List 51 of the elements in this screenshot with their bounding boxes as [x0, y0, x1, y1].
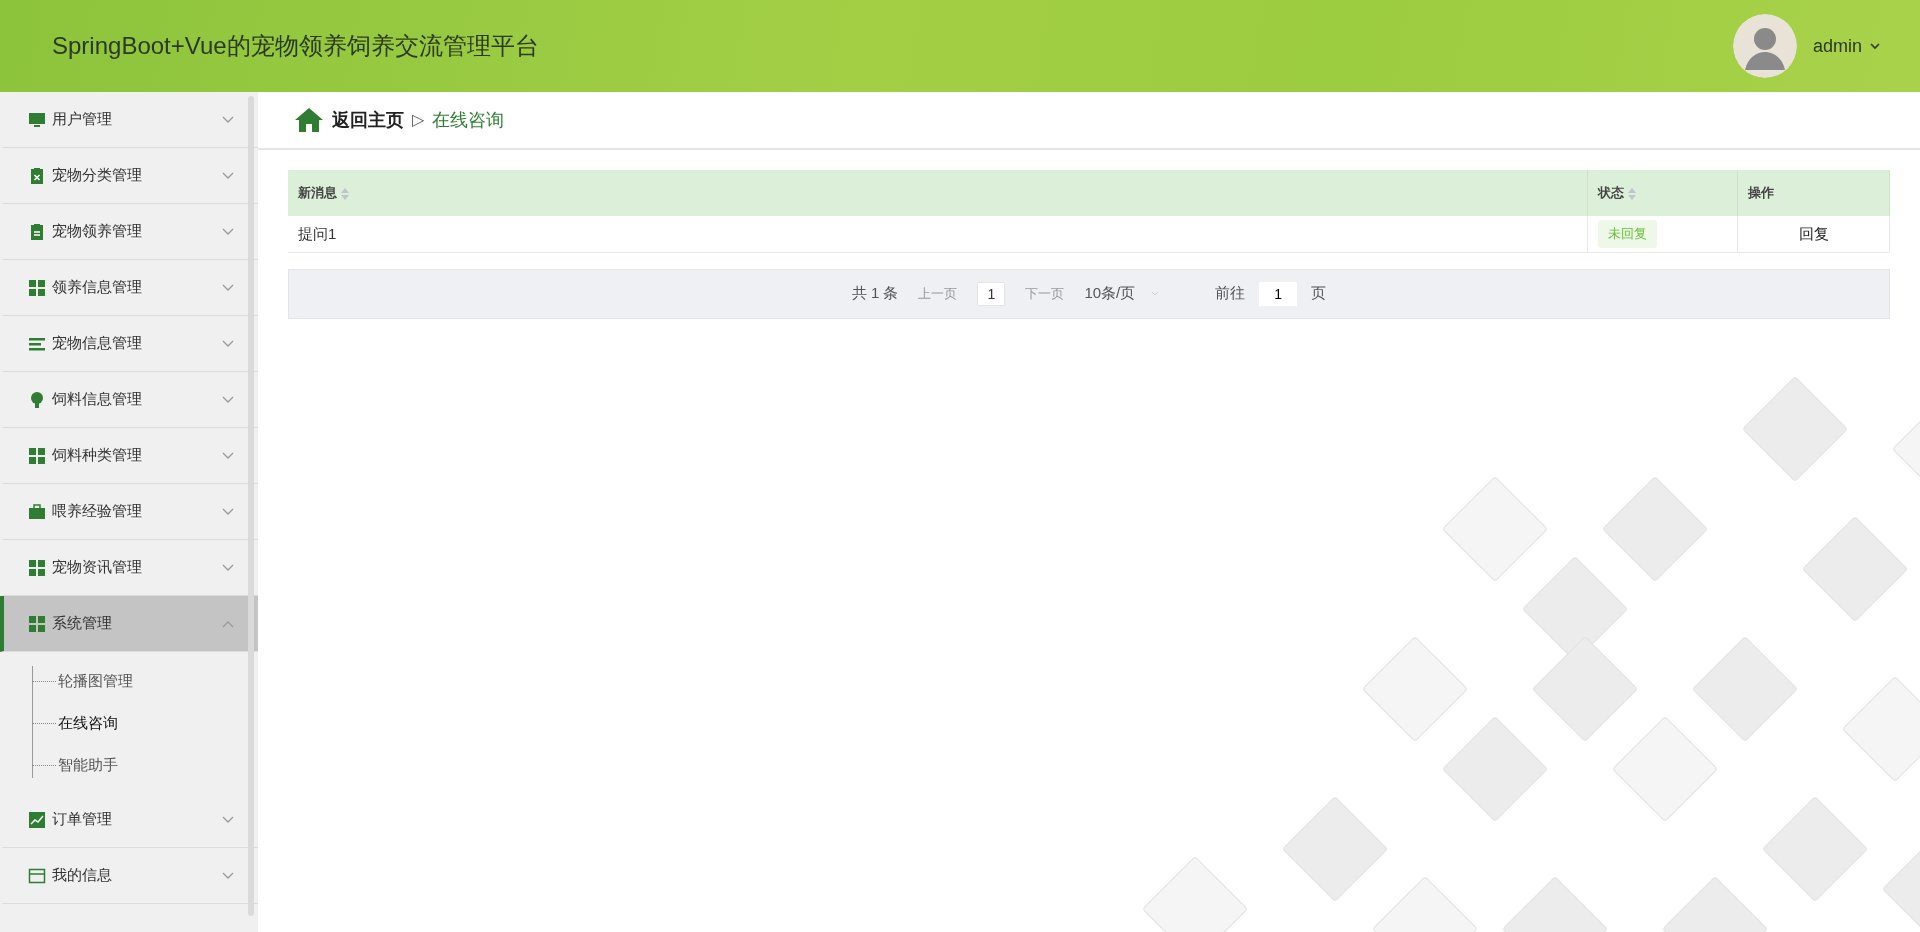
page-suffix: 页 — [1311, 283, 1327, 304]
grid-icon — [28, 558, 46, 577]
chevron-icon — [222, 871, 234, 880]
column-header: 状态 — [1598, 185, 1624, 201]
chevron-icon — [222, 283, 234, 292]
clipboard-icon — [28, 222, 46, 241]
home-link[interactable]: 返回主页 — [332, 106, 404, 134]
monitor-icon — [28, 110, 46, 129]
sidebar-item[interactable]: 系统管理 — [0, 596, 258, 652]
window-icon — [28, 866, 46, 885]
chevron-icon — [222, 171, 234, 180]
page-size-select[interactable]: 10条/页 — [1084, 282, 1178, 305]
message-text: 提问1 — [298, 224, 337, 242]
breadcrumb-separator: ▷ — [412, 110, 425, 130]
chevron-icon — [222, 227, 234, 236]
sort-icon[interactable] — [341, 187, 349, 200]
goto-input[interactable]: 1 — [1259, 281, 1298, 306]
sort-icon[interactable] — [1628, 187, 1636, 200]
submenu-item[interactable]: 在线咨询 — [58, 711, 118, 735]
page-number[interactable]: 1 — [977, 281, 1006, 306]
column-header: 操作 — [1748, 185, 1774, 201]
home-icon[interactable] — [294, 107, 324, 133]
submenu-item[interactable]: 轮播图管理 — [58, 669, 133, 693]
chevron-icon — [222, 115, 234, 124]
chevron-icon — [222, 563, 234, 572]
caret-icon — [1151, 291, 1160, 296]
grid-icon — [28, 446, 46, 465]
scrollbar[interactable] — [248, 96, 254, 916]
goto-label: 前往 — [1215, 283, 1246, 304]
chart-icon — [28, 810, 46, 829]
grid-icon — [28, 614, 46, 633]
chevron-icon — [222, 451, 234, 460]
clipboard-x-icon — [28, 166, 46, 185]
chevron-icon — [222, 815, 234, 824]
grid-icon — [28, 278, 46, 297]
lightbulb-icon — [28, 390, 46, 409]
caret-icon — [1870, 42, 1880, 50]
briefcase-icon — [28, 502, 46, 521]
total-count: 共 1 条 — [851, 283, 899, 304]
submenu-item[interactable]: 智能助手 — [58, 753, 118, 777]
chevron-icon — [222, 507, 234, 516]
app-title: SpringBoot+Vue的宠物领养饲养交流管理平台 — [52, 31, 539, 61]
chevron-icon — [222, 339, 234, 348]
chevron-icon — [222, 619, 234, 628]
column-header: 新消息 — [298, 185, 337, 201]
chevron-icon — [222, 395, 234, 404]
avatar[interactable] — [1732, 14, 1797, 78]
reply-button[interactable]: 回复 — [1792, 221, 1835, 246]
user-menu[interactable]: admin — [1812, 32, 1880, 60]
breadcrumb-current: 在线咨询 — [432, 108, 505, 132]
status-tag: 未回复 — [1598, 220, 1657, 248]
